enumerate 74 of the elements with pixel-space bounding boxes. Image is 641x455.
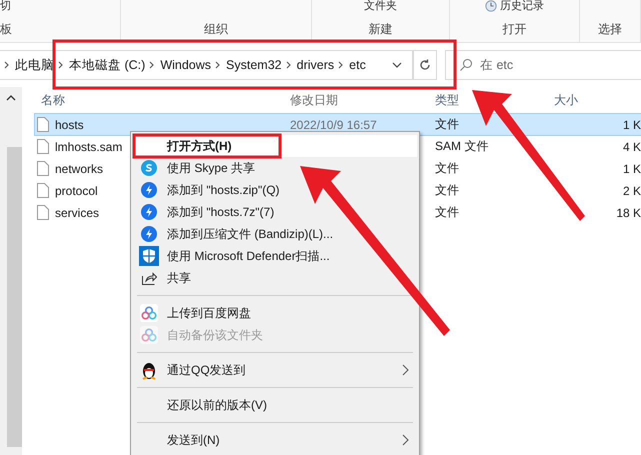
clock-icon bbox=[485, 0, 497, 12]
menu-item[interactable]: 添加到 "hosts.7z"(7) bbox=[133, 201, 417, 223]
lightning-icon bbox=[141, 182, 157, 198]
file-name[interactable]: hosts bbox=[55, 118, 84, 132]
scroll-up-icon[interactable] bbox=[6, 95, 16, 101]
file-name[interactable]: networks bbox=[55, 162, 104, 176]
breadcrumb[interactable]: etc bbox=[349, 58, 366, 72]
ribbon-group-label: 选择 bbox=[598, 21, 622, 38]
menu-item[interactable]: 使用 Skype 共享 bbox=[133, 157, 417, 179]
file-type: 文件 bbox=[435, 183, 459, 197]
breadcrumb[interactable]: 本地磁盘 (C:) bbox=[69, 56, 146, 74]
ribbon-group-label: 新建 bbox=[368, 21, 392, 38]
dropdown-icon[interactable] bbox=[392, 62, 402, 68]
file-name[interactable]: services bbox=[55, 206, 100, 220]
breadcrumb[interactable]: System32 bbox=[226, 58, 282, 72]
file-icon bbox=[37, 205, 49, 220]
file-size: 1 K bbox=[622, 162, 641, 176]
file-icon bbox=[37, 139, 49, 154]
menu-item[interactable]: 通过QQ发送到 bbox=[133, 359, 417, 381]
file-type: 文件 bbox=[435, 117, 459, 131]
menu-item[interactable]: 添加到压缩文件 (Bandizip)(L)... bbox=[133, 223, 417, 245]
lightning-icon bbox=[141, 204, 157, 220]
column-header[interactable]: 大小 bbox=[554, 92, 641, 108]
scrollbar-thumb[interactable] bbox=[7, 147, 22, 447]
file-size: 18 K bbox=[616, 206, 641, 220]
chevron-icon bbox=[58, 61, 63, 69]
shield-icon bbox=[139, 246, 159, 266]
file-type: SAM 文件 bbox=[435, 139, 488, 153]
menu-item[interactable]: 还原以前的版本(V) bbox=[133, 394, 417, 416]
breadcrumb[interactable]: 此电脑 bbox=[15, 56, 54, 74]
address-bar[interactable]: 此电脑 本地磁盘 (C:) Windows System32 drivers etc bbox=[0, 50, 413, 80]
chevron-icon bbox=[215, 61, 220, 69]
ribbon-group-label: 打开 bbox=[502, 21, 526, 38]
refresh-button[interactable] bbox=[412, 50, 437, 80]
ribbon-group-label: 组织 bbox=[204, 21, 228, 38]
ribbon-command[interactable]: 文件夹 bbox=[364, 0, 397, 12]
chevron-icon bbox=[286, 61, 291, 69]
menu-item[interactable]: 共享 bbox=[133, 267, 417, 289]
chevron-icon bbox=[4, 61, 9, 69]
file-size: 1 K bbox=[622, 118, 641, 132]
rings-icon bbox=[140, 326, 158, 344]
ribbon-group-label: 板 bbox=[0, 21, 12, 38]
file-name[interactable]: protocol bbox=[55, 184, 98, 198]
breadcrumb[interactable]: Windows bbox=[160, 58, 212, 72]
modified-date: 2022/10/9 16:57 bbox=[290, 118, 377, 132]
file-type: 文件 bbox=[435, 161, 459, 175]
share-icon bbox=[141, 270, 157, 286]
file-name[interactable]: lmhosts.sam bbox=[55, 140, 122, 154]
menu-item[interactable]: 上传到百度网盘 bbox=[133, 302, 417, 324]
rings-icon bbox=[140, 304, 158, 322]
column-header[interactable]: 修改日期 bbox=[290, 92, 435, 108]
chevron-icon bbox=[338, 61, 344, 69]
menu-item[interactable]: 使用 Microsoft Defender扫描... bbox=[133, 245, 417, 267]
ribbon-command[interactable]: 切 bbox=[0, 0, 11, 12]
search-icon bbox=[459, 58, 473, 72]
penguin-icon bbox=[140, 360, 158, 380]
menu-item[interactable]: 添加到 "hosts.zip"(Q) bbox=[133, 179, 417, 201]
column-header[interactable]: 类型 bbox=[435, 92, 554, 108]
file-icon bbox=[37, 117, 49, 132]
chevron-icon bbox=[149, 61, 154, 69]
breadcrumb[interactable]: drivers bbox=[296, 58, 334, 72]
file-type: 文件 bbox=[435, 205, 459, 219]
ribbon-command[interactable]: 历史记录 bbox=[500, 0, 544, 12]
menu-item[interactable]: 发送到(N) bbox=[133, 429, 417, 451]
refresh-icon bbox=[418, 58, 432, 72]
file-size: 4 K bbox=[622, 140, 641, 154]
lightning-icon bbox=[141, 226, 157, 242]
file-icon bbox=[37, 183, 49, 198]
column-header[interactable]: 名称 bbox=[35, 92, 290, 108]
menu-item[interactable]: 打开方式(H) bbox=[133, 135, 417, 157]
file-size: 2 K bbox=[622, 184, 641, 198]
search-field[interactable]: 在 etc bbox=[445, 50, 641, 80]
file-icon bbox=[37, 161, 49, 176]
skype-icon bbox=[141, 160, 157, 176]
